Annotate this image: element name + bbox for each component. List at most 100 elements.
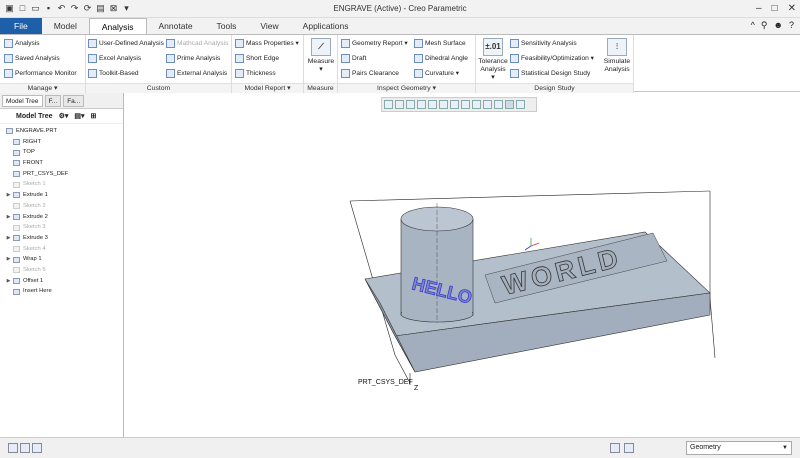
simulate-analysis-button[interactable]: ⫶ Simulate Analysis — [602, 38, 632, 74]
tab-view[interactable]: View — [248, 18, 290, 34]
tree-item[interactable]: Sketch 5 — [0, 265, 123, 276]
performance-monitor-button[interactable]: Performance Monitor — [4, 67, 77, 80]
tree-item[interactable]: Sketch 4 — [0, 244, 123, 255]
curvature-icon — [414, 69, 423, 78]
tree-item-label: Insert Here — [23, 288, 52, 295]
tab-tools[interactable]: Tools — [205, 18, 249, 34]
toolkit-based-button[interactable]: Toolkit-Based — [88, 67, 139, 80]
measure-button[interactable]: ⟋ Measure ▾ — [306, 38, 336, 74]
ruler-icon: ⟋ — [311, 38, 331, 56]
tab-model[interactable]: Model — [42, 18, 89, 34]
tree-item[interactable]: Sketch 3 — [0, 222, 123, 233]
expand-arrow-icon[interactable]: ▶ — [4, 212, 13, 223]
tree-item[interactable]: ▶ Extrude 3 — [0, 233, 123, 244]
tab-file[interactable]: File — [0, 18, 42, 34]
analysis-button[interactable]: Analysis — [4, 37, 40, 50]
tree-item[interactable]: ENGRAVE.PRT — [0, 126, 123, 137]
tab-applications[interactable]: Applications — [291, 18, 361, 34]
minimize-ribbon-icon[interactable]: ^ — [751, 20, 755, 31]
browser-toggle-icon[interactable] — [20, 443, 30, 453]
short-edge-button[interactable]: Short Edge — [235, 52, 279, 65]
mathcad-icon — [166, 39, 175, 48]
mesh-surface-button[interactable]: Mesh Surface — [414, 37, 466, 50]
group-custom: User-Defined Analysis Excel Analysis Too… — [86, 35, 232, 93]
tab-model-tree[interactable]: Model Tree — [2, 95, 43, 107]
tree-item[interactable]: Insert Here — [0, 286, 123, 297]
tree-item[interactable]: ▶ Extrude 2 — [0, 212, 123, 223]
external-analysis-icon — [166, 69, 175, 78]
new-file-icon[interactable]: □ — [17, 3, 28, 14]
app-icon[interactable]: ▣ — [4, 3, 15, 14]
sensitivity-icon — [510, 39, 519, 48]
thickness-button[interactable]: Thickness — [235, 67, 276, 80]
draft-icon — [341, 54, 350, 63]
tree-item[interactable]: ▶ Offset 1 — [0, 276, 123, 287]
find-icon[interactable] — [610, 443, 620, 453]
feature-icon — [13, 267, 20, 274]
undo-icon[interactable]: ↶ — [56, 3, 67, 14]
redo-icon[interactable]: ↷ — [69, 3, 80, 14]
tree-settings-icon[interactable]: ⚙▾ — [59, 112, 69, 120]
user-defined-analysis-button[interactable]: User-Defined Analysis — [88, 37, 164, 50]
tree-item[interactable]: Sketch 2 — [0, 201, 123, 212]
windows-icon[interactable]: ▤ — [95, 3, 106, 14]
model-tree: ENGRAVE.PRT RIGHT TOP FRONT PRT_CSYS_DEF Sket… — [0, 124, 123, 297]
tab-folder-browser[interactable]: F... — [44, 95, 62, 107]
pairs-clearance-button[interactable]: Pairs Clearance — [341, 67, 399, 80]
fullscreen-icon[interactable] — [32, 443, 42, 453]
prime-analysis-button[interactable]: Prime Analysis — [166, 52, 220, 65]
show-icon[interactable]: ▤▾ — [74, 112, 84, 120]
feedback-icon[interactable]: ☻ — [774, 20, 783, 31]
selection-filter-select[interactable]: Geometry ▼ — [686, 441, 792, 455]
regenerate-icon[interactable]: ⟳ — [82, 3, 93, 14]
graphics-viewport[interactable]: WORLD HELLO PRT_CSYS_DEF Z — [125, 93, 800, 437]
close-window-icon[interactable]: ⊠ — [108, 3, 119, 14]
tab-annotate[interactable]: Annotate — [147, 18, 205, 34]
minimize-icon[interactable]: – — [756, 3, 762, 14]
mass-properties-button[interactable]: Mass Properties ▾ — [235, 37, 299, 50]
tree-item[interactable]: PRT_CSYS_DEF — [0, 169, 123, 180]
tolerance-analysis-button[interactable]: ±.01 Tolerance Analysis ▾ — [478, 38, 508, 82]
group-model-report-label[interactable]: Model Report ▾ — [232, 83, 303, 93]
external-analysis-button[interactable]: External Analysis — [166, 67, 227, 80]
maximize-icon[interactable]: □ — [772, 3, 778, 14]
tree-item[interactable]: ▶ Wrap 1 — [0, 254, 123, 265]
draft-button[interactable]: Draft — [341, 52, 366, 65]
expand-arrow-icon[interactable]: ▶ — [4, 190, 13, 201]
saved-analysis-button[interactable]: Saved Analysis — [4, 52, 60, 65]
open-folder-icon[interactable]: ▭ — [30, 3, 41, 14]
dihedral-angle-icon — [414, 54, 423, 63]
feature-icon — [13, 256, 20, 263]
group-manage-label[interactable]: Manage ▾ — [0, 83, 85, 93]
tree-item[interactable]: ▶ Extrude 1 — [0, 190, 123, 201]
expand-arrow-icon[interactable]: ▶ — [4, 254, 13, 265]
tree-item[interactable]: RIGHT — [0, 137, 123, 148]
save-icon[interactable]: ▪ — [43, 3, 54, 14]
group-inspect-geometry-label[interactable]: Inspect Geometry ▾ — [338, 83, 475, 93]
filter-icon[interactable]: ⊞ — [91, 112, 97, 120]
feasibility-optimization-button[interactable]: Feasibility/Optimization ▾ — [510, 52, 594, 65]
navigator-toggle-icon[interactable] — [8, 443, 18, 453]
tab-favorites[interactable]: Fa... — [63, 95, 85, 107]
tree-item[interactable]: TOP — [0, 147, 123, 158]
expand-arrow-icon[interactable]: ▶ — [4, 233, 13, 244]
statistical-design-study-button[interactable]: Statistical Design Study — [510, 67, 590, 80]
excel-analysis-button[interactable]: Excel Analysis — [88, 52, 141, 65]
search-icon[interactable]: ⚲ — [761, 20, 768, 31]
tab-analysis[interactable]: Analysis — [88, 18, 147, 34]
selection-buffer-icon[interactable] — [624, 443, 634, 453]
close-icon[interactable]: ✕ — [788, 3, 796, 14]
curvature-button[interactable]: Curvature ▾ — [414, 67, 459, 80]
sensitivity-analysis-button[interactable]: Sensitivity Analysis — [510, 37, 577, 50]
tree-item[interactable]: Sketch 1 — [0, 179, 123, 190]
expand-arrow-icon[interactable]: ▶ — [4, 276, 13, 287]
tree-item-label: RIGHT — [23, 138, 42, 145]
statistical-icon — [510, 69, 519, 78]
dihedral-angle-button[interactable]: Dihedral Angle — [414, 52, 468, 65]
mathcad-analysis-button[interactable]: Mathcad Analysis — [166, 37, 228, 50]
tree-item[interactable]: FRONT — [0, 158, 123, 169]
geometry-report-button[interactable]: Geometry Report ▾ — [341, 37, 408, 50]
help-icon[interactable]: ? — [789, 20, 794, 31]
customize-dropdown-icon[interactable]: ▾ — [121, 3, 132, 14]
tree-item-label: Offset 1 — [23, 277, 44, 284]
